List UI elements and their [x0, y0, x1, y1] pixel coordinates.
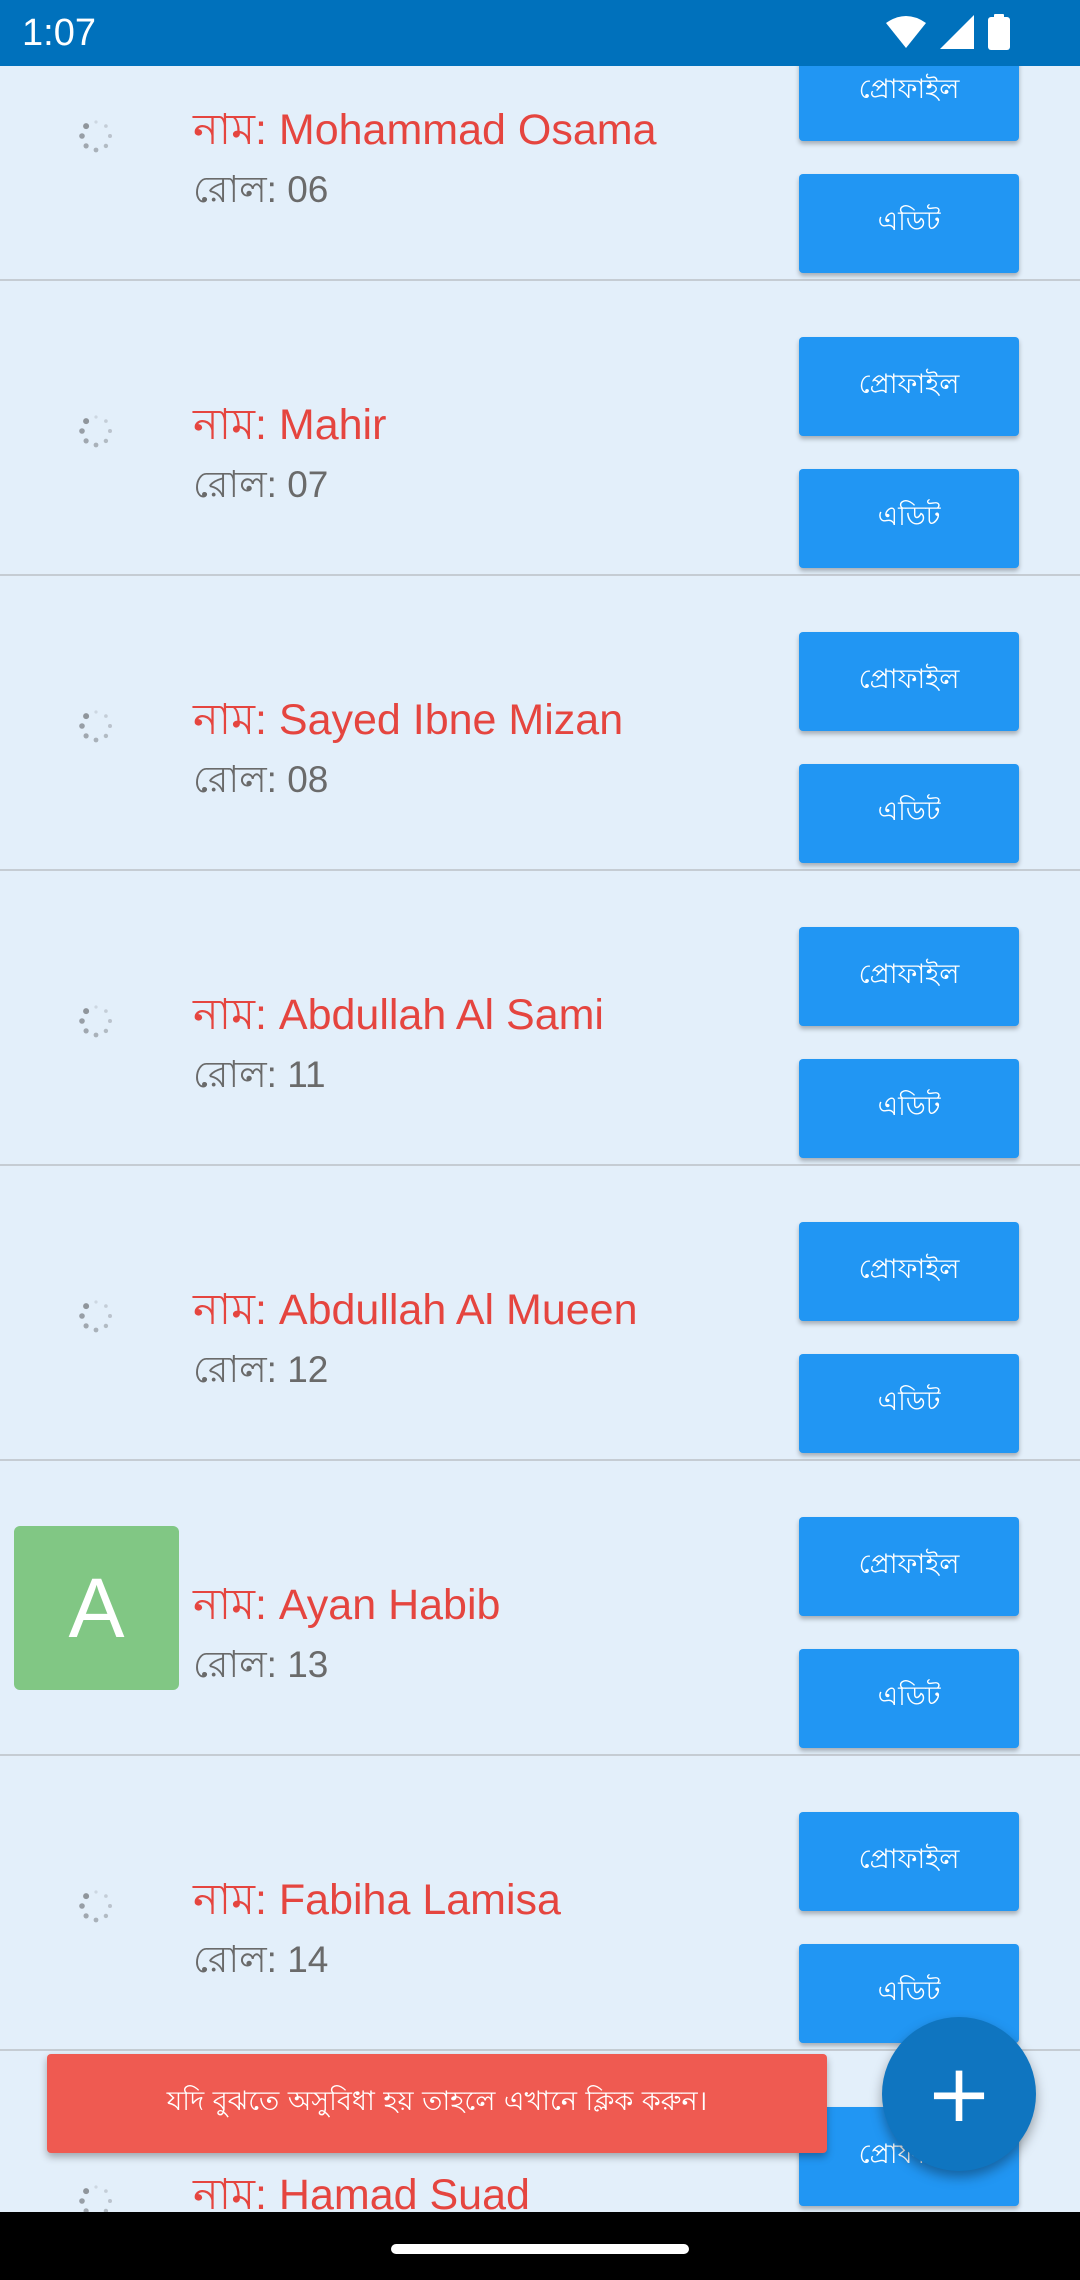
profile-button[interactable]: প্রোফাইল	[799, 927, 1019, 1026]
battery-icon	[988, 14, 1010, 50]
edit-button[interactable]: এডিট	[799, 1059, 1019, 1158]
signal-icon	[940, 15, 974, 49]
student-list[interactable]: নাম: Mohammad Osama রোল: 06 প্রোফাইল এডিট না…	[0, 66, 1080, 2212]
profile-button[interactable]: প্রোফাইল	[799, 1517, 1019, 1616]
student-name: নাম: Ayan Habib	[193, 1581, 501, 1629]
student-roll: রোল: 06	[193, 169, 329, 210]
profile-button[interactable]: প্রোফাইল	[799, 1222, 1019, 1321]
student-row[interactable]: নাম: Mohammad Osama রোল: 06 প্রোফাইল এডিট	[0, 66, 1080, 281]
student-roll: রোল: 12	[193, 1349, 329, 1390]
student-name: নাম: Fabiha Lamisa	[193, 1876, 561, 1924]
status-icons	[886, 14, 1010, 50]
edit-button[interactable]: এডিট	[799, 1649, 1019, 1748]
student-name: নাম: Mohammad Osama	[193, 106, 657, 154]
add-student-button[interactable]: +	[882, 2017, 1036, 2171]
student-name: নাম: Hamad Suad	[193, 2171, 530, 2212]
snackbar-text: যদি বুঝতে অসুবিধা হয় তাহলে এখানে ক্লিক …	[166, 2086, 708, 2117]
status-time: 1:07	[22, 12, 96, 54]
status-bar: 1:07	[0, 0, 1080, 66]
student-name: নাম: Abdullah Al Sami	[193, 991, 604, 1039]
student-roll: রোল: 07	[193, 464, 329, 505]
navigation-bar	[0, 2212, 1080, 2280]
student-roll: রোল: 11	[193, 1054, 326, 1095]
loading-spinner-icon	[79, 120, 112, 153]
edit-button[interactable]: এডিট	[799, 764, 1019, 863]
profile-button[interactable]: প্রোফাইল	[799, 66, 1019, 141]
edit-button[interactable]: এডিট	[799, 1354, 1019, 1453]
student-row[interactable]: নাম: Abdullah Al Sami রোল: 11 প্রোফাইল এডিট	[0, 871, 1080, 1166]
student-row[interactable]: নাম: Fabiha Lamisa রোল: 14 প্রোফাইল এডিট	[0, 1756, 1080, 2051]
student-roll: রোল: 08	[193, 759, 329, 800]
student-row[interactable]: নাম: Sayed Ibne Mizan রোল: 08 প্রোফাইল এডিট	[0, 576, 1080, 871]
loading-spinner-icon	[79, 1300, 112, 1333]
student-name: নাম: Mahir	[193, 401, 387, 449]
profile-button[interactable]: প্রোফাইল	[799, 337, 1019, 436]
loading-spinner-icon	[79, 710, 112, 743]
student-name: নাম: Sayed Ibne Mizan	[193, 696, 624, 744]
help-snackbar[interactable]: যদি বুঝতে অসুবিধা হয় তাহলে এখানে ক্লিক …	[47, 2054, 827, 2153]
student-roll: রোল: 13	[193, 1644, 329, 1685]
edit-button[interactable]: এডিট	[799, 174, 1019, 273]
profile-button[interactable]: প্রোফাইল	[799, 1812, 1019, 1911]
student-row[interactable]: নাম: Mahir রোল: 07 প্রোফাইল এডিট	[0, 281, 1080, 576]
student-rows: নাম: Mohammad Osama রোল: 06 প্রোফাইল এডিট না…	[0, 66, 1080, 2212]
loading-spinner-icon	[79, 1890, 112, 1923]
student-roll: রোল: 14	[193, 1939, 329, 1980]
wifi-icon	[886, 16, 926, 48]
home-gesture-handle[interactable]	[391, 2244, 689, 2254]
plus-icon: +	[925, 2047, 993, 2140]
student-name: নাম: Abdullah Al Mueen	[193, 1286, 638, 1334]
student-row[interactable]: নাম: Abdullah Al Mueen রোল: 12 প্রোফাইল এডি…	[0, 1166, 1080, 1461]
loading-spinner-icon	[79, 415, 112, 448]
edit-button[interactable]: এডিট	[799, 469, 1019, 568]
avatar: A	[14, 1526, 179, 1690]
loading-spinner-icon	[79, 1005, 112, 1038]
profile-button[interactable]: প্রোফাইল	[799, 632, 1019, 731]
loading-spinner-icon	[79, 2185, 112, 2212]
student-row[interactable]: A নাম: Ayan Habib রোল: 13 প্রোফাইল এডিট	[0, 1461, 1080, 1756]
